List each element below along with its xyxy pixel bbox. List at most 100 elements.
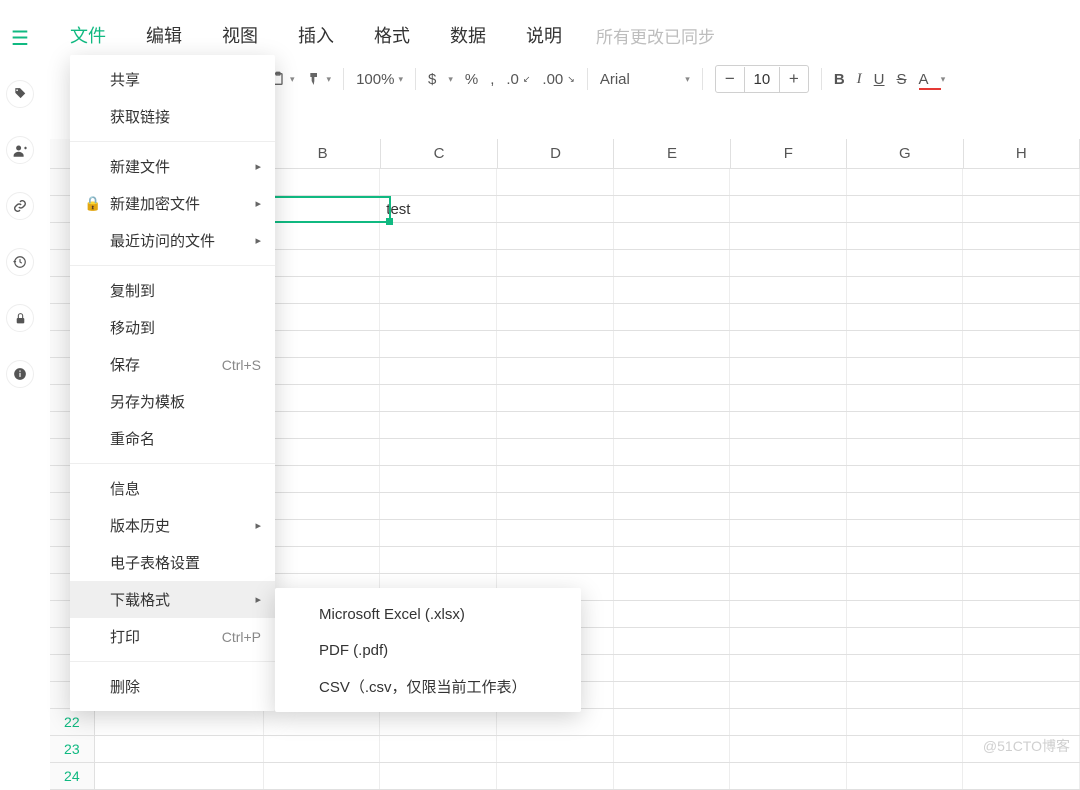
cell[interactable] [497, 169, 614, 195]
hamburger-icon[interactable]: ☰ [6, 24, 34, 52]
chevron-down-icon: ▾ [327, 74, 332, 85]
sync-status: 所有更改已同步 [596, 23, 715, 48]
left-rail: ☰ [0, 0, 40, 768]
cell[interactable] [614, 169, 731, 195]
zoom-select[interactable]: 100%▾ [356, 71, 403, 88]
add-user-icon[interactable] [6, 136, 34, 164]
menu-insert[interactable]: 插入 [298, 22, 334, 48]
menu-item-print[interactable]: 打印Ctrl+P [70, 618, 275, 655]
menu-item-get-link[interactable]: 获取链接 [70, 98, 275, 135]
separator [702, 68, 703, 90]
menu-item-spreadsheet-settings[interactable]: 电子表格设置 [70, 544, 275, 581]
menu-item-delete[interactable]: 删除 [70, 668, 275, 705]
chevron-down-icon: ▾ [398, 74, 403, 85]
cell[interactable] [380, 169, 497, 195]
cell[interactable] [963, 223, 1080, 249]
menu-item-save-as-template[interactable]: 另存为模板 [70, 383, 275, 420]
menu-item-copy-to[interactable]: 复制到 [70, 272, 275, 309]
menu-file[interactable]: 文件 [70, 22, 106, 48]
font-select[interactable]: Arial▾ [600, 71, 690, 88]
menu-item-move-to[interactable]: 移动到 [70, 309, 275, 346]
cell[interactable] [847, 196, 964, 222]
menu-item-new-file[interactable]: 新建文件▸ [70, 148, 275, 185]
submenu-item-csv[interactable]: CSV（.csv，仅限当前工作表） [275, 668, 581, 704]
col-header[interactable]: G [847, 139, 963, 168]
cell[interactable] [497, 196, 614, 222]
separator [70, 463, 275, 464]
font-size-decrease[interactable]: − [716, 69, 744, 89]
col-header[interactable]: D [498, 139, 614, 168]
chevron-down-icon: ▾ [685, 74, 690, 85]
cell[interactable] [847, 223, 964, 249]
menubar: 文件 编辑 视图 插入 格式 数据 说明 所有更改已同步 [70, 22, 715, 48]
col-header[interactable]: B [265, 139, 381, 168]
underline-button[interactable]: U [874, 71, 885, 88]
lock-icon[interactable] [6, 304, 34, 332]
cell[interactable] [264, 196, 381, 222]
thousand-sep-button[interactable]: , [490, 71, 494, 88]
cell[interactable] [264, 223, 381, 249]
row-header[interactable]: 24 [50, 763, 95, 789]
submenu-item-pdf[interactable]: PDF (.pdf) [275, 632, 581, 668]
text-color-button[interactable]: A ▾ [919, 71, 946, 88]
increase-decimal-button[interactable]: .00↘ [542, 71, 574, 88]
cell[interactable] [497, 223, 614, 249]
separator [821, 68, 822, 90]
menu-help[interactable]: 说明 [526, 22, 562, 48]
menu-item-share[interactable]: 共享 [70, 61, 275, 98]
cell[interactable] [614, 196, 731, 222]
menu-format[interactable]: 格式 [374, 22, 410, 48]
cell[interactable] [730, 169, 847, 195]
chevron-right-icon: ▸ [255, 160, 261, 173]
menu-item-download-as[interactable]: 下载格式▸ [70, 581, 275, 618]
italic-button[interactable]: I [857, 71, 862, 88]
paint-button[interactable]: ▾ [307, 71, 332, 87]
separator [343, 68, 344, 90]
row-header[interactable]: 22 [50, 709, 95, 735]
chevron-right-icon: ▸ [255, 234, 261, 247]
cell[interactable] [264, 169, 381, 195]
percent-button[interactable]: % [465, 71, 478, 88]
lock-icon: 🔒 [84, 195, 101, 212]
cell-c2[interactable]: test [380, 196, 497, 222]
history-icon[interactable] [6, 248, 34, 276]
separator [415, 68, 416, 90]
menu-item-info[interactable]: 信息 [70, 470, 275, 507]
menu-edit[interactable]: 编辑 [146, 22, 182, 48]
col-header[interactable]: F [731, 139, 847, 168]
shortcut-label: Ctrl+S [222, 357, 261, 373]
cell[interactable] [963, 196, 1080, 222]
shortcut-label: Ctrl+P [222, 629, 261, 645]
font-size-stepper: − 10 + [715, 65, 809, 93]
submenu-item-xlsx[interactable]: Microsoft Excel (.xlsx) [275, 596, 581, 632]
chevron-right-icon: ▸ [255, 519, 261, 532]
col-header[interactable]: E [614, 139, 730, 168]
col-header[interactable]: C [381, 139, 497, 168]
currency-button[interactable]: $ [428, 71, 436, 88]
info-icon[interactable] [6, 360, 34, 388]
chevron-down-icon: ▾ [941, 74, 946, 85]
bold-button[interactable]: B [834, 71, 845, 88]
cell[interactable] [963, 169, 1080, 195]
col-header[interactable]: H [964, 139, 1080, 168]
menu-item-save[interactable]: 保存Ctrl+S [70, 346, 275, 383]
cell[interactable] [380, 223, 497, 249]
decrease-decimal-button[interactable]: .0↙ [506, 71, 530, 88]
menu-view[interactable]: 视图 [222, 22, 258, 48]
link-icon[interactable] [6, 192, 34, 220]
menu-item-new-encrypted[interactable]: 🔒新建加密文件▸ [70, 185, 275, 222]
chevron-down-icon: ▾ [290, 74, 295, 85]
menu-item-version-history[interactable]: 版本历史▸ [70, 507, 275, 544]
menu-item-rename[interactable]: 重命名 [70, 420, 275, 457]
cell[interactable] [730, 196, 847, 222]
menu-data[interactable]: 数据 [450, 22, 486, 48]
cell[interactable] [847, 169, 964, 195]
row-header[interactable]: 23 [50, 736, 95, 762]
tag-icon[interactable] [6, 80, 34, 108]
cell[interactable] [614, 223, 731, 249]
font-size-value[interactable]: 10 [744, 67, 780, 92]
menu-item-recent[interactable]: 最近访问的文件▸ [70, 222, 275, 259]
strike-button[interactable]: S [897, 71, 907, 88]
font-size-increase[interactable]: + [780, 69, 808, 89]
cell[interactable] [730, 223, 847, 249]
